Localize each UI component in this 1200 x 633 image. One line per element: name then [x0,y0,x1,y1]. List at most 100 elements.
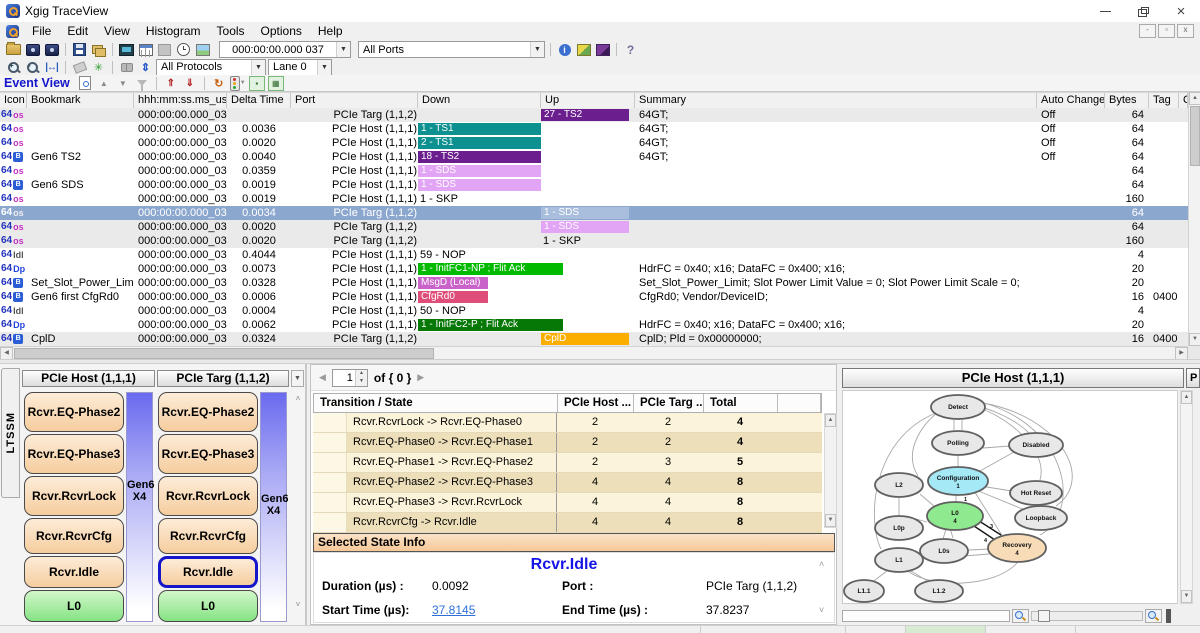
ltssm-scroll-down-icon[interactable]: ˅ [292,600,304,612]
jump-previous-icon[interactable]: ⇑ [163,76,179,90]
zoom-out-icon[interactable]: - [24,60,41,75]
ports-caret-icon[interactable]: ▼ [530,42,544,57]
ltssm-header-dropdown-icon[interactable]: ▼ [291,370,304,387]
diagram-vscrollbar[interactable]: ▲ ▼ [1180,390,1193,604]
event-row[interactable]: 64os000:00:00.000_0370.0020PCIe Targ (1,… [0,234,1188,248]
ltssm-state-rcvr-rcvrlock[interactable]: Rcvr.RcvrLock [24,476,124,516]
nav-previous-icon[interactable]: ◀ [319,372,326,383]
col-delta[interactable]: Delta Time [227,93,291,109]
protocols-combobox[interactable]: All Protocols ▼ [156,59,266,76]
transition-row[interactable]: Rcvr.EQ-Phase2 -> Rcvr.EQ-Phase3448 [313,473,822,493]
col-bookmark[interactable]: Bookmark [27,93,134,109]
diagram-scroll-down-icon[interactable]: ▼ [1181,590,1192,603]
scroll-up-icon[interactable]: ▲ [96,76,112,90]
transition-vscrollbar[interactable]: ▲ ▼ [824,413,837,528]
menu-edit[interactable]: Edit [59,24,96,38]
packet-bar[interactable]: CfgRd0 [418,291,488,303]
col-down[interactable]: Down [418,93,541,109]
transition-row[interactable]: Rcvr.EQ-Phase0 -> Rcvr.EQ-Phase1224 [313,433,822,453]
time-caret-icon[interactable]: ▼ [336,42,350,57]
ltssm-host-header[interactable]: PCIe Host (1,1,1) [22,370,155,387]
vscroll-thumb[interactable] [1190,106,1200,166]
col-time[interactable]: hhh:mm:ss.ms_us [134,93,227,109]
mdi-restore-button[interactable]: ▫ [1158,24,1175,38]
menu-options[interactable]: Options [253,24,310,38]
col-bytes[interactable]: Bytes [1105,93,1149,109]
marker-icon[interactable]: ✳ [90,60,107,75]
transition-scroll-up-icon[interactable]: ▲ [825,414,836,427]
packet-bar[interactable]: 1 - TS1 [418,123,541,135]
save-icon[interactable] [71,42,88,57]
ports-combobox[interactable]: All Ports ▼ [358,41,545,58]
ltssm-state-l0[interactable]: L0 [24,590,124,622]
packet-bar[interactable]: 2 - TS1 [418,137,541,149]
restore-button[interactable] [1124,0,1162,22]
event-row[interactable]: 64BSet_Slot_Power_Limit000:00:00.000_038… [0,276,1188,290]
col-tag[interactable]: Tag [1149,93,1179,109]
col-auto-change[interactable]: Auto Change [1037,93,1105,109]
state-node-l0s[interactable]: L0s [920,539,968,563]
nav-next-icon[interactable]: ▶ [417,372,424,383]
diagram-hscrollbar[interactable] [842,610,1010,622]
ltssm-state-rcvr-eq-phase3[interactable]: Rcvr.EQ-Phase3 [24,434,124,474]
state-node-l0p[interactable]: L0p [875,516,923,540]
jump-next-icon[interactable]: ⇓ [182,76,198,90]
packet-bar[interactable]: 18 - TS2 [418,151,541,163]
diagram-zoom-out-button[interactable] [1012,609,1029,623]
ltssm-targ-header[interactable]: PCIe Targ (1,1,2) [157,370,289,387]
minimize-button[interactable] [1086,0,1124,22]
event-row[interactable]: 64BGen6 first CfgRd0000:00:00.000_0380.0… [0,290,1188,304]
state-node-l1[interactable]: L1 [875,548,923,572]
palette-icon[interactable] [575,42,592,57]
event-row[interactable]: 64BCplD000:00:00.000_0380.0324PCIe Targ … [0,332,1188,346]
lane-caret-icon[interactable]: ▼ [317,60,331,75]
menu-view[interactable]: View [96,24,138,38]
table-view-icon[interactable] [137,42,154,57]
clock-icon[interactable] [175,42,192,57]
event-row[interactable]: 64Idl000:00:00.000_0380.0004PCIe Host (1… [0,304,1188,318]
expand-vertical-icon[interactable]: ⇕ [137,60,154,75]
col-qu[interactable]: Qu [1179,93,1188,109]
open-trace-icon[interactable] [5,42,22,57]
menu-histogram[interactable]: Histogram [138,24,209,38]
sync-icon[interactable]: ↻ [211,76,227,90]
spin-up-icon[interactable]: ▲ [356,370,367,378]
fit-width-icon[interactable]: |↔| [43,60,60,75]
ltssm-state-rcvr-eq-phase3[interactable]: Rcvr.EQ-Phase3 [158,434,258,474]
state-node-disabled[interactable]: Disabled [1009,433,1063,457]
decode-view-icon[interactable]: ▪ [249,76,265,90]
menu-tools[interactable]: Tools [209,24,253,38]
transition-row[interactable]: Rcvr.EQ-Phase3 -> Rcvr.RcvrLock448 [313,493,822,513]
export-trace-icon[interactable] [43,42,60,57]
mdi-close-button[interactable]: x [1177,24,1194,38]
hscroll-thumb[interactable] [14,348,434,359]
scroll-down-arrow[interactable]: ▼ [1189,333,1200,346]
ltssm-state-rcvr-idle[interactable]: Rcvr.Idle [158,556,258,588]
event-table-hscrollbar[interactable]: ◀ ▶ [0,346,1188,359]
info-scroll-down-icon[interactable]: ˅ [819,605,824,615]
event-row[interactable]: 64os000:00:00.000_0370.0019PCIe Host (1,… [0,192,1188,206]
state-node-polling[interactable]: Polling [932,431,984,455]
col-summary[interactable]: Summary [635,93,1037,109]
event-row[interactable]: 64os000:00:00.000_0370.0036PCIe Host (1,… [0,122,1188,136]
state-node-l1-2[interactable]: L1.2 [915,580,963,602]
packet-bar[interactable]: 1 - SDS [418,165,541,177]
state-node-l2[interactable]: L2 [875,473,923,497]
ltssm-tab[interactable]: LTSSM [1,368,20,498]
col-transition-state[interactable]: Transition / State [314,394,558,412]
transition-index-spinner[interactable]: 1 ▲▼ [332,369,368,387]
spin-down-icon[interactable]: ▼ [356,378,367,386]
info-scroll-up-icon[interactable]: ˄ [819,559,824,569]
protocols-caret-icon[interactable]: ▼ [251,60,265,75]
columns-view-icon[interactable]: ▦ [268,76,284,90]
ltssm-state-rcvr-rcvrcfg[interactable]: Rcvr.RcvrCfg [158,518,258,554]
lane-combobox[interactable]: Lane 0 ▼ [268,59,332,76]
event-row[interactable]: 64Idl000:00:00.000_0380.4044PCIe Host (1… [0,248,1188,262]
state-node-detect[interactable]: Detect [931,395,985,419]
state-node-l0[interactable]: L04 [927,502,983,530]
scroll-down-icon[interactable]: ▼ [115,76,131,90]
scroll-up-arrow[interactable]: ▲ [1189,92,1200,105]
event-row[interactable]: 64BGen6 SDS000:00:00.000_0370.0019PCIe H… [0,178,1188,192]
import-trace-icon[interactable] [24,42,41,57]
event-row[interactable]: 64Dp000:00:00.000_0380.0073PCIe Host (1,… [0,262,1188,276]
